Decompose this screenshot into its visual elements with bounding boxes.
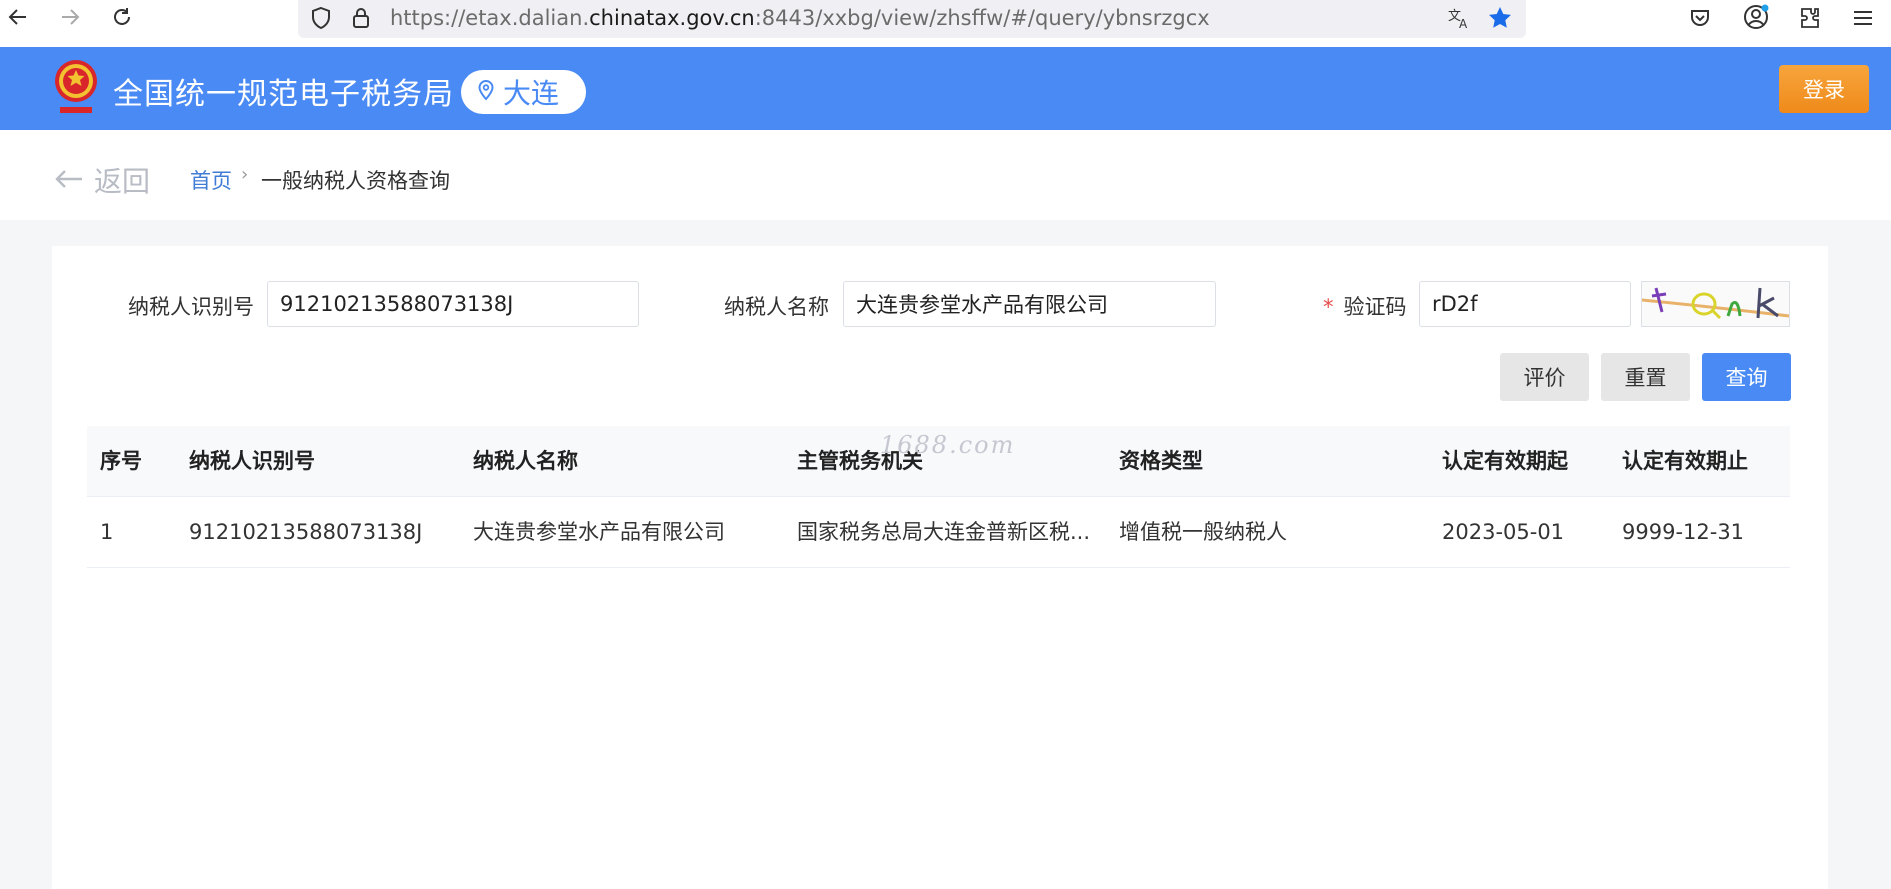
extensions-icon[interactable] bbox=[1795, 4, 1825, 32]
taxpayer-name-input[interactable] bbox=[843, 281, 1216, 327]
bookmark-star-icon[interactable] bbox=[1485, 4, 1515, 32]
site-header: 全国统一规范电子税务局 大连 登录 bbox=[0, 47, 1891, 130]
table-row: 1 91210213588073138J 大连贵参堂水产品有限公司 国家税务总局… bbox=[87, 497, 1790, 568]
lock-icon[interactable] bbox=[348, 4, 374, 32]
query-panel: 纳税人识别号 纳税人名称 * 验证码 评价 重置 查询 序号 纳税人识别号 纳税人… bbox=[52, 246, 1828, 889]
column-header-valid-to: 认定有效期止 bbox=[1622, 449, 1748, 473]
cell-taxpayer-id: 91210213588073138J bbox=[189, 520, 423, 544]
menu-icon[interactable] bbox=[1848, 4, 1878, 32]
url-domain: chinatax.gov.cn bbox=[589, 6, 755, 30]
forward-arrow-icon[interactable] bbox=[52, 0, 88, 34]
breadcrumb-home-link[interactable]: 首页 bbox=[190, 165, 232, 195]
national-emblem-icon bbox=[52, 57, 100, 119]
column-header-taxpayer-name: 纳税人名称 bbox=[473, 449, 578, 473]
captcha-label-text: 验证码 bbox=[1343, 295, 1407, 319]
cell-qualification-type: 增值税一般纳税人 bbox=[1119, 520, 1287, 544]
query-button[interactable]: 查询 bbox=[1702, 353, 1791, 401]
region-name: 大连 bbox=[503, 77, 560, 110]
back-arrow-icon[interactable] bbox=[0, 0, 36, 34]
breadcrumb-separator: › bbox=[241, 164, 249, 185]
site-title: 全国统一规范电子税务局 bbox=[113, 77, 454, 112]
breadcrumb-bar: 返回 首页 › 一般纳税人资格查询 bbox=[0, 130, 1891, 220]
watermark: 1688.com bbox=[880, 431, 1016, 459]
url-suffix: :8443/xxbg/view/zhsffw/#/query/ybnsrzgcx bbox=[754, 6, 1210, 30]
reset-button[interactable]: 重置 bbox=[1601, 353, 1690, 401]
login-button[interactable]: 登录 bbox=[1779, 65, 1869, 113]
back-button[interactable]: 返回 bbox=[54, 160, 150, 200]
column-header-taxpayer-id: 纳税人识别号 bbox=[189, 449, 315, 473]
cell-taxpayer-name: 大连贵参堂水产品有限公司 bbox=[473, 520, 725, 544]
url-text[interactable]: https://etax.dalian.chinatax.gov.cn:8443… bbox=[390, 6, 1210, 30]
cell-index: 1 bbox=[100, 520, 114, 544]
reload-icon[interactable] bbox=[104, 0, 140, 34]
cell-valid-from: 2023-05-01 bbox=[1442, 520, 1565, 544]
svg-text:A: A bbox=[1459, 17, 1468, 30]
location-pin-icon bbox=[477, 79, 495, 105]
shield-icon[interactable] bbox=[308, 4, 334, 32]
back-label: 返回 bbox=[94, 165, 151, 198]
url-prefix: https://etax.dalian. bbox=[390, 6, 590, 30]
captcha-image[interactable] bbox=[1641, 281, 1790, 327]
column-header-index: 序号 bbox=[100, 449, 142, 473]
breadcrumb-current: 一般纳税人资格查询 bbox=[261, 169, 450, 193]
taxpayer-name-label: 纳税人名称 bbox=[724, 295, 829, 319]
captcha-label: * 验证码 bbox=[1323, 291, 1407, 321]
pocket-icon[interactable] bbox=[1685, 4, 1715, 32]
left-arrow-icon bbox=[54, 164, 84, 197]
cell-tax-authority: 国家税务总局大连金普新区税... bbox=[797, 520, 1091, 544]
browser-toolbar: https://etax.dalian.chinatax.gov.cn:8443… bbox=[0, 0, 1891, 47]
region-selector[interactable]: 大连 bbox=[461, 70, 586, 114]
evaluate-button[interactable]: 评价 bbox=[1500, 353, 1589, 401]
cell-valid-to: 9999-12-31 bbox=[1622, 520, 1745, 544]
address-bar[interactable]: https://etax.dalian.chinatax.gov.cn:8443… bbox=[298, 0, 1526, 38]
column-header-valid-from: 认定有效期起 bbox=[1442, 449, 1568, 473]
required-mark: * bbox=[1323, 295, 1334, 319]
taxpayer-id-input[interactable] bbox=[267, 281, 639, 327]
account-icon[interactable] bbox=[1740, 2, 1772, 32]
translate-icon[interactable]: 文A bbox=[1445, 4, 1475, 32]
captcha-input[interactable] bbox=[1419, 281, 1631, 327]
column-header-qualification-type: 资格类型 bbox=[1119, 449, 1203, 473]
taxpayer-id-label: 纳税人识别号 bbox=[128, 295, 254, 319]
